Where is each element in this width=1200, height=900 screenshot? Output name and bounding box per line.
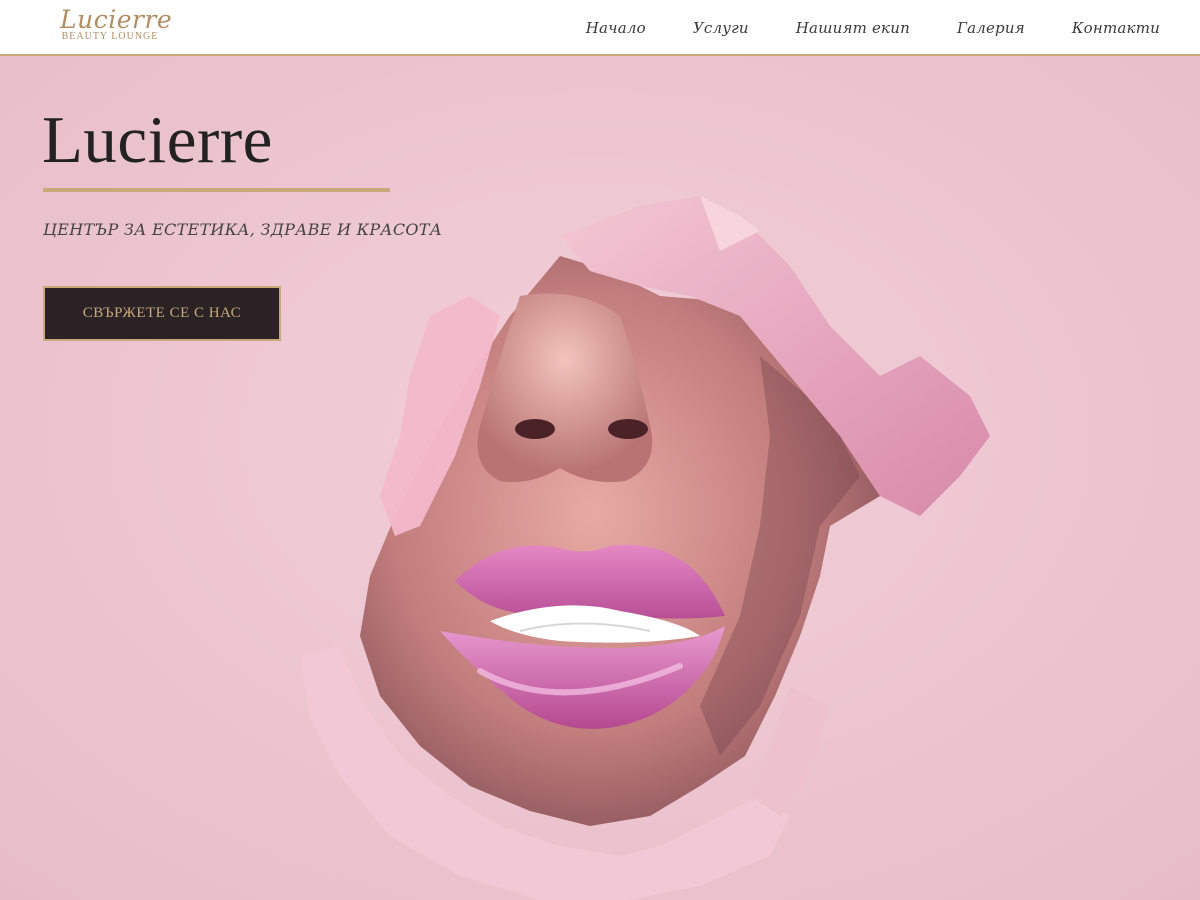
hero-title: Lucierre [42,103,273,177]
nav-item-home[interactable]: Начало [586,19,646,37]
site-header: Lucierre BEAUTY LOUNGE Начало Услуги Наш… [0,0,1200,56]
contact-us-button[interactable]: СВЪРЖЕТЕ СЕ С НАС [43,286,281,341]
logo-name: Lucierre [60,5,173,34]
nav-item-gallery[interactable]: Галерия [957,19,1025,37]
site-logo[interactable]: Lucierre BEAUTY LOUNGE [60,5,173,42]
hero-title-underline [43,188,390,192]
hero-section: Lucierre ЦЕНТЪР ЗА ЕСТЕТИКА, ЗДРАВЕ И КР… [0,56,1200,900]
nav-item-team[interactable]: Нашият екип [796,19,910,37]
nav-item-contacts[interactable]: Контакти [1072,19,1160,37]
hero-image-torn-paper-face [0,56,1200,900]
hero-subtitle: ЦЕНТЪР ЗА ЕСТЕТИКА, ЗДРАВЕ И КРАСОТА [43,220,443,239]
logo-tagline: BEAUTY LOUNGE [61,31,159,42]
main-nav: Начало Услуги Нашият екип Галерия Контак… [539,0,1160,56]
nav-item-services[interactable]: Услуги [693,19,749,37]
